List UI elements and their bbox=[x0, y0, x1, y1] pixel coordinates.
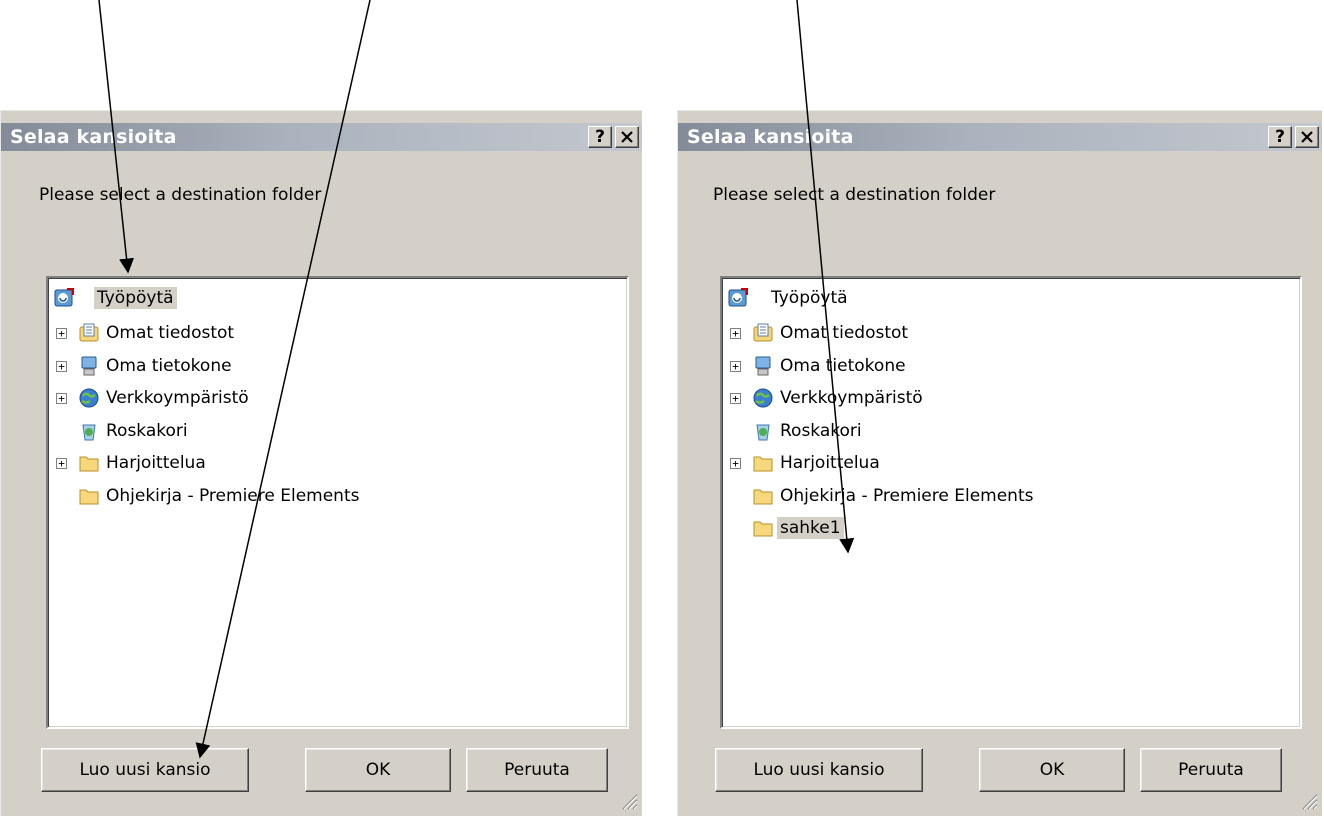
close-icon bbox=[1301, 131, 1313, 143]
tree-item-desktop[interactable]: Työpöytä bbox=[48, 283, 608, 313]
expand-toggle[interactable]: + bbox=[56, 393, 67, 404]
dialog-title: Selaa kansioita bbox=[10, 126, 177, 148]
browse-folder-dialog-right: Selaa kansioita ? Please select a destin… bbox=[677, 110, 1322, 816]
computer-icon bbox=[755, 356, 771, 376]
tree-item-recycle-bin[interactable]: Roskakori bbox=[722, 416, 1282, 446]
tree-item-label: Ohjekirja - Premiere Elements bbox=[106, 486, 360, 506]
expand-toggle[interactable]: + bbox=[730, 361, 741, 372]
tree-item-label: Työpöytä bbox=[94, 287, 177, 309]
ok-button[interactable]: OK bbox=[979, 748, 1125, 792]
tree-item-recycle-bin[interactable]: Roskakori bbox=[48, 416, 608, 446]
help-button[interactable]: ? bbox=[1268, 126, 1292, 148]
tree-item-desktop[interactable]: Työpöytä bbox=[722, 283, 1282, 313]
folder-icon bbox=[753, 521, 773, 537]
title-bar: Selaa kansioita ? bbox=[1, 123, 642, 151]
ok-button[interactable]: OK bbox=[305, 748, 451, 792]
expand-toggle[interactable]: + bbox=[56, 328, 67, 339]
new-folder-button[interactable]: Luo uusi kansio bbox=[41, 748, 249, 792]
folder-icon bbox=[79, 489, 99, 505]
tree-item-harjoittelua[interactable]: + Harjoittelua bbox=[48, 448, 608, 478]
tree-item-label: sahke1 bbox=[777, 517, 844, 539]
title-bar: Selaa kansioita ? bbox=[678, 123, 1322, 151]
help-button[interactable]: ? bbox=[588, 126, 612, 148]
tree-item-network[interactable]: + Verkkoympäristö bbox=[48, 383, 608, 413]
tree-item-label: Oma tietokone bbox=[780, 356, 906, 376]
expand-toggle[interactable]: + bbox=[730, 458, 741, 469]
network-icon bbox=[753, 388, 773, 408]
desktop-icon bbox=[728, 288, 748, 307]
tree-item-label: Ohjekirja - Premiere Elements bbox=[780, 486, 1034, 506]
dialog-prompt: Please select a destination folder bbox=[39, 185, 322, 205]
dialog-prompt: Please select a destination folder bbox=[713, 185, 996, 205]
tree-item-label: Roskakori bbox=[106, 421, 188, 441]
folder-tree[interactable]: Työpöytä + Omat tiedostot + Oma tietokon… bbox=[720, 276, 1302, 729]
folder-tree[interactable]: Työpöytä + Omat tiedostot + Oma tietokon… bbox=[46, 276, 629, 729]
desktop-icon bbox=[54, 288, 74, 307]
documents-folder-icon bbox=[79, 323, 99, 342]
resize-grip-icon[interactable] bbox=[620, 792, 638, 810]
folder-icon bbox=[753, 489, 773, 505]
resize-grip-icon[interactable] bbox=[1300, 792, 1318, 810]
close-button[interactable] bbox=[615, 126, 639, 148]
tree-item-label: Omat tiedostot bbox=[780, 323, 909, 343]
expand-toggle[interactable]: + bbox=[56, 458, 67, 469]
close-icon bbox=[621, 131, 633, 143]
tree-item-my-documents[interactable]: + Omat tiedostot bbox=[48, 318, 608, 348]
expand-toggle[interactable]: + bbox=[730, 328, 741, 339]
network-icon bbox=[79, 388, 99, 408]
recycle-bin-icon bbox=[82, 424, 96, 441]
expand-toggle[interactable]: + bbox=[56, 361, 67, 372]
cancel-button[interactable]: Peruuta bbox=[466, 748, 608, 792]
tree-item-harjoittelua[interactable]: + Harjoittelua bbox=[722, 448, 1282, 478]
tree-item-sahke1[interactable]: sahke1 bbox=[722, 513, 1282, 543]
recycle-bin-icon bbox=[756, 424, 770, 441]
tree-item-label: Verkkoympäristö bbox=[780, 388, 923, 408]
tree-item-my-documents[interactable]: + Omat tiedostot bbox=[722, 318, 1282, 348]
folder-icon bbox=[753, 456, 773, 472]
documents-folder-icon bbox=[753, 323, 773, 342]
new-folder-button[interactable]: Luo uusi kansio bbox=[715, 748, 923, 792]
tree-item-label: Omat tiedostot bbox=[106, 323, 235, 343]
tree-item-label: Verkkoympäristö bbox=[106, 388, 249, 408]
tree-item-ohjekirja[interactable]: Ohjekirja - Premiere Elements bbox=[722, 481, 1282, 511]
folder-icon bbox=[79, 456, 99, 472]
browse-folder-dialog-left: Selaa kansioita ? Please select a destin… bbox=[0, 110, 642, 816]
dialog-title: Selaa kansioita bbox=[687, 126, 854, 148]
tree-item-my-computer[interactable]: + Oma tietokone bbox=[48, 351, 608, 381]
tree-item-label: Työpöytä bbox=[771, 288, 848, 308]
tree-item-network[interactable]: + Verkkoympäristö bbox=[722, 383, 1282, 413]
cancel-button[interactable]: Peruuta bbox=[1140, 748, 1282, 792]
tree-item-my-computer[interactable]: + Oma tietokone bbox=[722, 351, 1282, 381]
close-button[interactable] bbox=[1295, 126, 1319, 148]
tree-item-ohjekirja[interactable]: Ohjekirja - Premiere Elements bbox=[48, 481, 608, 511]
computer-icon bbox=[81, 356, 97, 376]
expand-toggle[interactable]: + bbox=[730, 393, 741, 404]
tree-item-label: Harjoittelua bbox=[780, 453, 880, 473]
tree-item-label: Oma tietokone bbox=[106, 356, 232, 376]
tree-item-label: Roskakori bbox=[780, 421, 862, 441]
tree-item-label: Harjoittelua bbox=[106, 453, 206, 473]
